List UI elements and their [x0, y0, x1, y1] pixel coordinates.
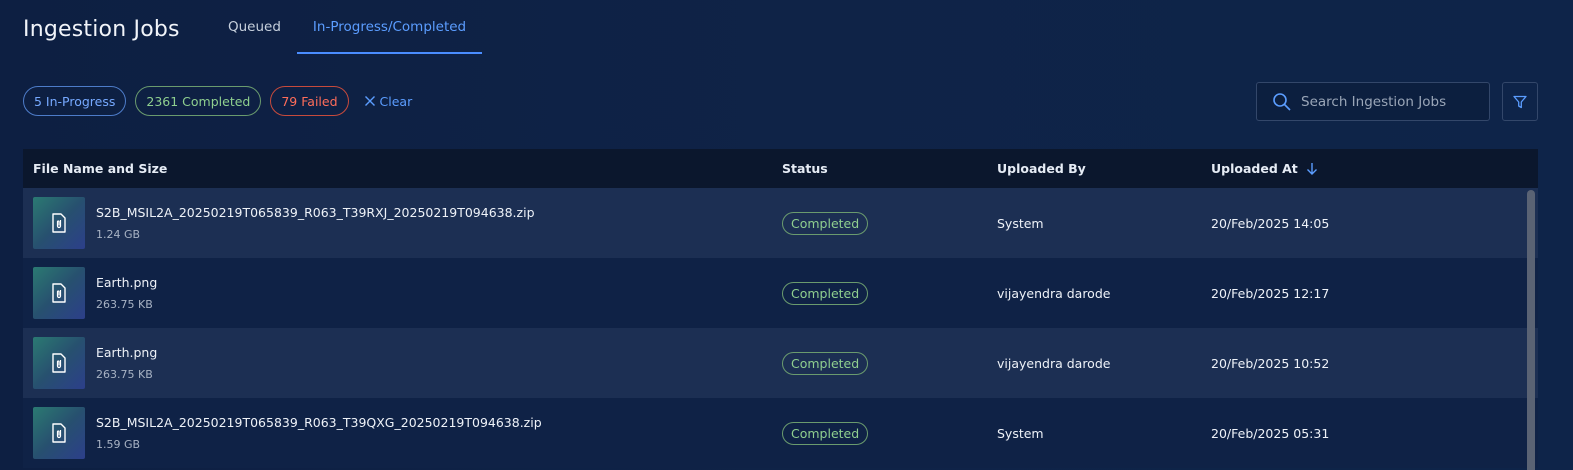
table-row[interactable]: S2B_MSIL2A_20250219T065839_R063_T39QXG_2…: [23, 398, 1538, 468]
attachment-file-icon: [52, 283, 66, 303]
status-badge: Completed: [782, 421, 869, 445]
uploaded-at: 20/Feb/2025 05:31: [1211, 425, 1330, 441]
status-badge: Completed: [782, 281, 869, 305]
attachment-file-icon: [52, 423, 66, 443]
uploaded-by: vijayendra darode: [997, 285, 1111, 301]
file-thumbnail: [33, 407, 85, 459]
attachment-file-icon: [52, 353, 66, 373]
column-header-status[interactable]: Status: [782, 161, 997, 176]
table-header: File Name and Size Status Uploaded By Up…: [23, 149, 1538, 188]
status-filter-chips: 5 In-Progress 2361 Completed 79 Failed C…: [23, 86, 412, 116]
uploaded-by: vijayendra darode: [997, 355, 1111, 371]
clear-filters-button[interactable]: Clear: [364, 93, 413, 109]
completed-filter-chip[interactable]: 2361 Completed: [135, 86, 262, 116]
file-cell: S2B_MSIL2A_20250219T065839_R063_T39QXG_2…: [23, 407, 782, 459]
arrow-down-icon[interactable]: [1306, 162, 1318, 176]
file-size: 1.59 GB: [96, 438, 141, 451]
page-title: Ingestion Jobs: [23, 17, 180, 42]
tab-bar: Queued In-Progress/Completed: [212, 0, 483, 54]
filter-icon: [1513, 95, 1527, 108]
filter-button[interactable]: [1502, 82, 1538, 121]
file-cell: Earth.png 263.75 KB: [23, 337, 782, 389]
status-badge: Completed: [782, 351, 869, 375]
table-row[interactable]: S2B_MSIL2A_20250219T065839_R063_T39RXJ_2…: [23, 188, 1538, 258]
column-header-uploaded-by[interactable]: Uploaded By: [997, 161, 1211, 176]
column-header-file-name[interactable]: File Name and Size: [23, 161, 782, 176]
table-row[interactable]: Earth.png 263.75 KB Completed vijayendra…: [23, 328, 1538, 398]
attachment-file-icon: [52, 213, 66, 233]
file-thumbnail: [33, 197, 85, 249]
table-body: S2B_MSIL2A_20250219T065839_R063_T39RXJ_2…: [23, 188, 1538, 470]
column-header-uploaded-at-label: Uploaded At: [1211, 161, 1298, 176]
file-size: 1.24 GB: [96, 228, 141, 241]
table-scrollbar[interactable]: [1527, 188, 1535, 470]
ingestion-jobs-table: File Name and Size Status Uploaded By Up…: [23, 149, 1538, 470]
column-header-uploaded-at[interactable]: Uploaded At: [1211, 161, 1538, 176]
file-cell: S2B_MSIL2A_20250219T065839_R063_T39RXJ_2…: [23, 197, 782, 249]
status-badge: Completed: [782, 211, 869, 235]
file-size: 263.75 KB: [96, 298, 153, 311]
failed-filter-chip[interactable]: 79 Failed: [270, 86, 349, 116]
table-row[interactable]: Earth.png 263.75 KB Completed vijayendra…: [23, 258, 1538, 328]
tab-in-progress-completed[interactable]: In-Progress/Completed: [296, 0, 483, 54]
file-name: S2B_MSIL2A_20250219T065839_R063_T39QXG_2…: [96, 415, 542, 430]
uploaded-by: System: [997, 425, 1044, 441]
search-input[interactable]: [1301, 93, 1481, 110]
scrollbar-thumb[interactable]: [1527, 190, 1535, 470]
uploaded-at: 20/Feb/2025 12:17: [1211, 285, 1330, 301]
file-name: S2B_MSIL2A_20250219T065839_R063_T39RXJ_2…: [96, 205, 535, 220]
search-icon: [1273, 92, 1291, 111]
file-thumbnail: [33, 337, 85, 389]
file-name: Earth.png: [96, 275, 158, 290]
file-name: Earth.png: [96, 345, 158, 360]
uploaded-by: System: [997, 215, 1044, 231]
file-size: 263.75 KB: [96, 368, 153, 381]
clear-filters-label: Clear: [379, 93, 413, 109]
uploaded-at: 20/Feb/2025 10:52: [1211, 355, 1330, 371]
in-progress-filter-chip[interactable]: 5 In-Progress: [23, 86, 127, 116]
close-icon: [364, 96, 375, 106]
uploaded-at: 20/Feb/2025 14:05: [1211, 215, 1330, 231]
tab-queued[interactable]: Queued: [212, 0, 297, 54]
file-cell: Earth.png 263.75 KB: [23, 267, 782, 319]
file-thumbnail: [33, 267, 85, 319]
search-box: [1256, 82, 1490, 121]
